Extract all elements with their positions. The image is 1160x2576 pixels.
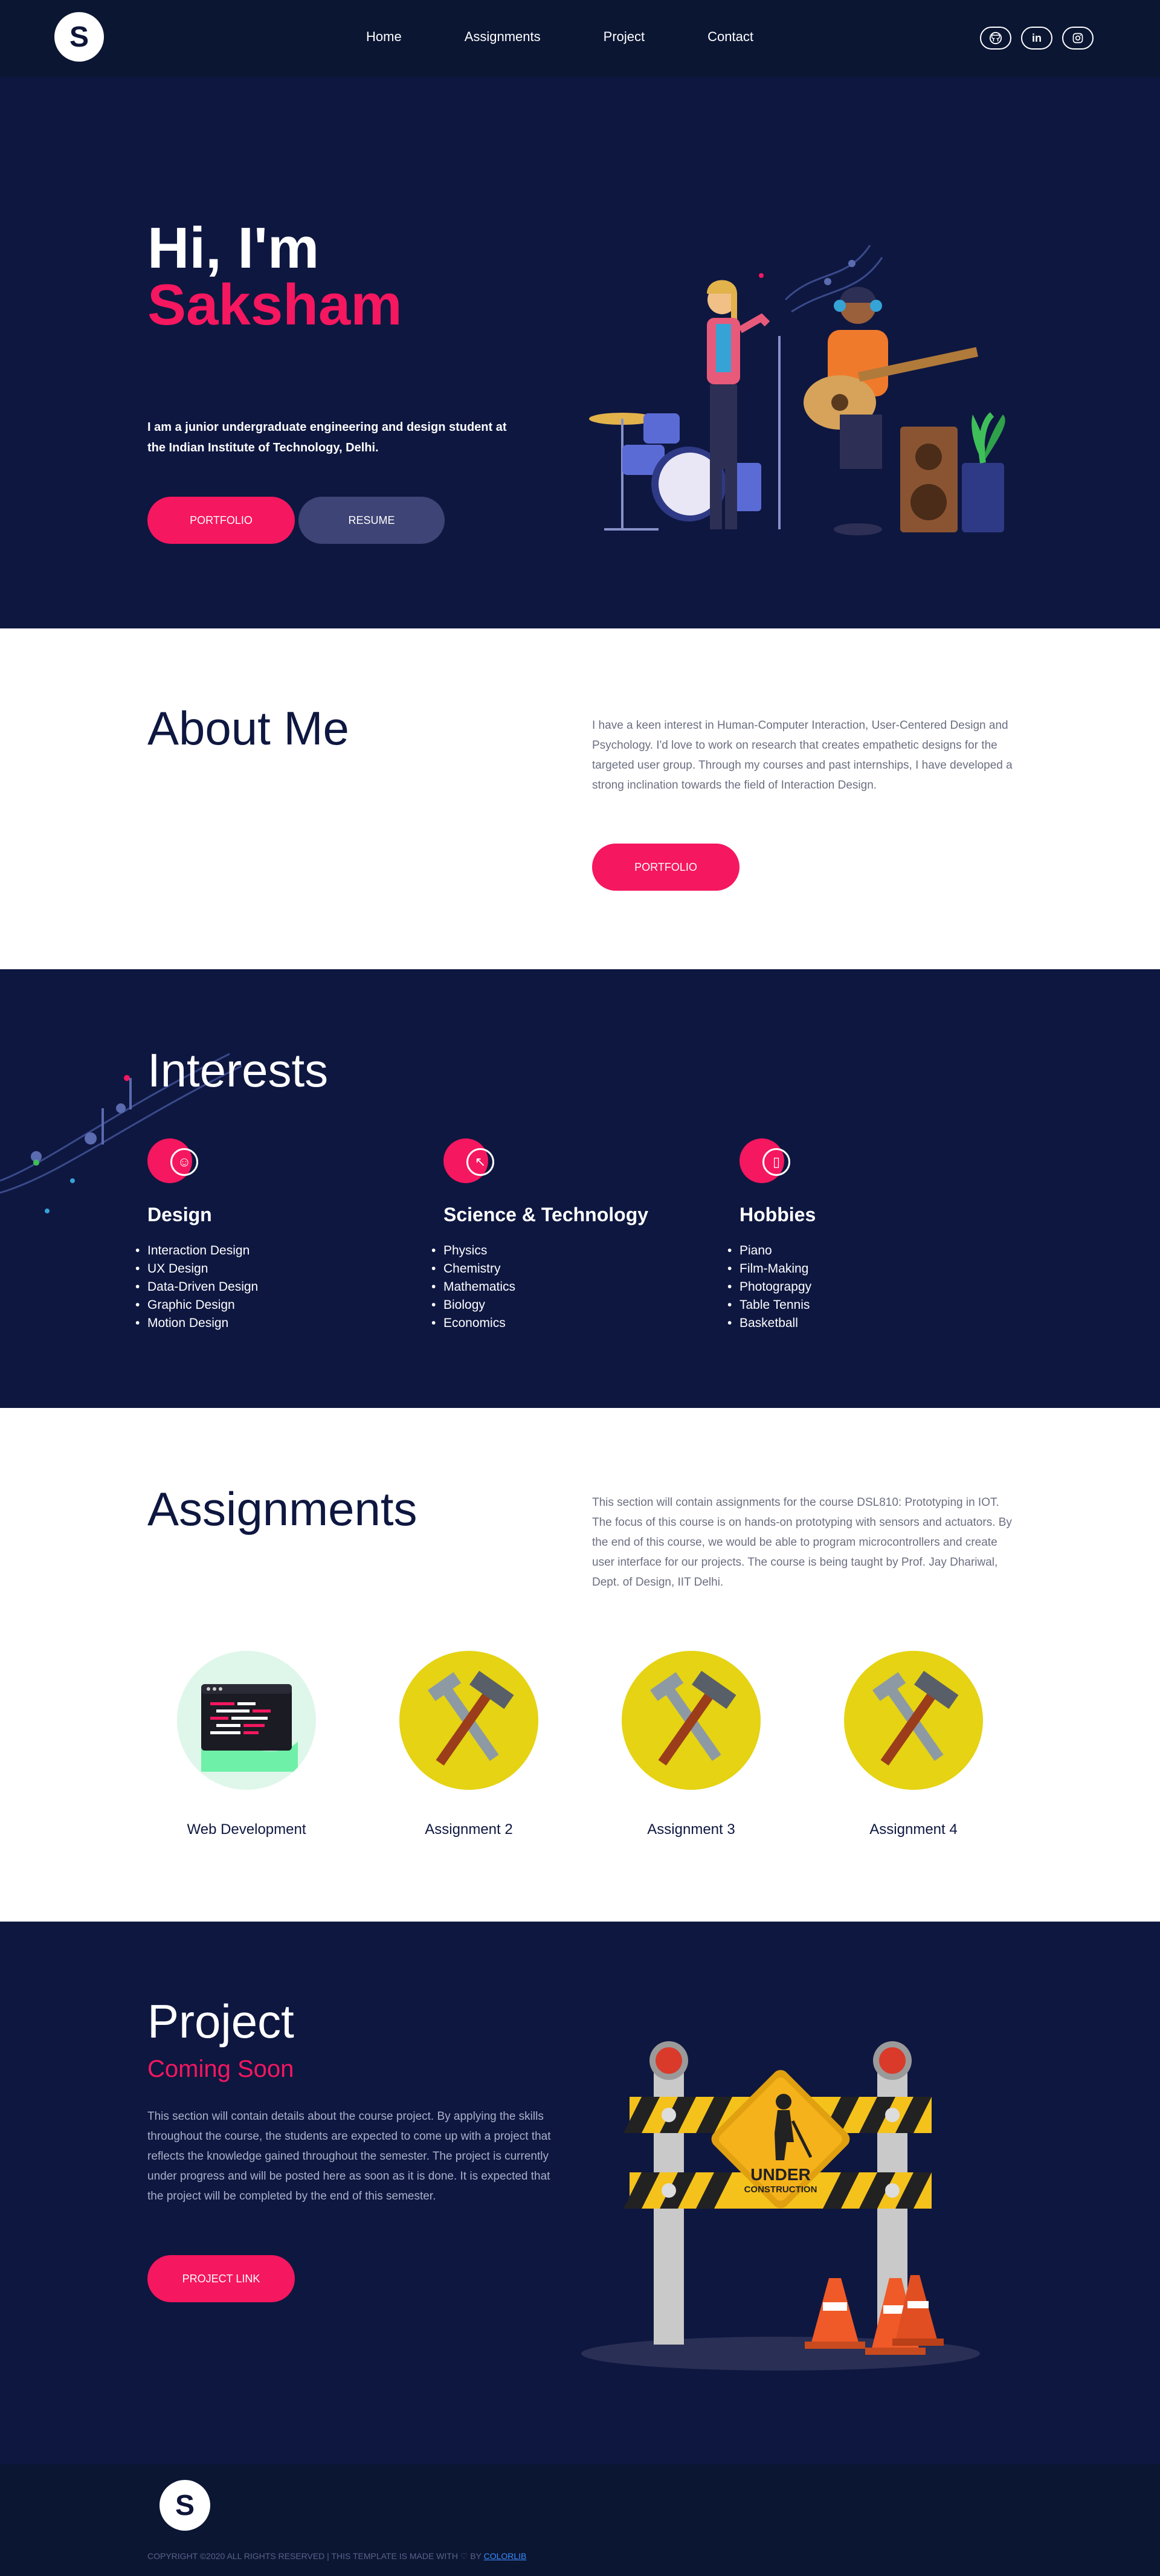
hero-section: Hi, I'm Saksham I am a junior undergradu… [0,77,1160,628]
project-link-button[interactable]: PROJECT LINK [147,2255,295,2302]
interest-title: Hobbies [740,1204,816,1225]
cursor-click-icon: ↖ [443,1138,494,1183]
main-menu: Home Assignments Project Contact [366,29,816,45]
list-item: Interaction Design [135,1242,425,1260]
interest-hobbies: ▯ Hobbies Piano Film-Making Photograpgy … [727,1138,1017,1332]
footer-logo[interactable]: S [160,2480,210,2531]
interest-list: Physics Chemistry Mathematics Biology Ec… [431,1242,721,1332]
site-footer: S COPYRIGHT ©2020 ALL RIGHTS RESERVED | … [0,2464,1160,2576]
list-item: Film-Making [727,1260,1017,1278]
project-title: Project [147,1995,294,2048]
assignment-card-web[interactable]: Web Development [162,1651,331,1838]
project-subtitle: Coming Soon [147,2056,294,2082]
nav-contact-link[interactable]: Contact [707,29,753,45]
github-icon[interactable] [980,27,1011,50]
assignments-section: Assignments This section will contain as… [0,1408,1160,1922]
colorlib-link[interactable]: COLORLIB [484,2551,527,2561]
about-section: About Me I have a keen interest in Human… [0,628,1160,969]
hero-heading: Hi, I'm Saksham [147,219,402,337]
about-title: About Me [147,702,349,755]
list-item: Piano [727,1242,1017,1260]
resume-button[interactable]: RESUME [298,497,445,544]
nav-assignments-link[interactable]: Assignments [465,29,541,45]
site-logo[interactable]: S [54,12,104,62]
tools-icon [622,1651,761,1790]
sign-text-under: UNDER [750,2165,811,2184]
assignments-text: This section will contain assignments fo… [592,1496,1012,1589]
copyright-text: COPYRIGHT ©2020 ALL RIGHTS RESERVED | TH… [147,2551,526,2561]
project-section: Project Coming Soon This section will co… [0,1922,1160,2464]
interests-section: Interests ☺ Design Interaction Design UX… [0,969,1160,1408]
nav-home-link[interactable]: Home [366,29,402,45]
list-item: Graphic Design [135,1296,425,1314]
linkedin-icon[interactable]: in [1021,27,1052,50]
musicians-illustration [589,245,1005,535]
assignment-card-2[interactable]: Assignment 2 [384,1651,553,1838]
about-text: I have a keen interest in Human-Computer… [592,719,1013,792]
sign-text-construction: CONSTRUCTION [744,2184,817,2195]
list-item: UX Design [135,1260,425,1278]
list-item: Economics [431,1314,721,1332]
assignments-title: Assignments [147,1482,417,1535]
under-construction-illustration: UNDER CONSTRUCTION [581,2041,980,2371]
hero-greeting: Hi, I'm [147,216,320,280]
list-item: Motion Design [135,1314,425,1332]
tools-icon [399,1651,538,1790]
interest-design: ☺ Design Interaction Design UX Design Da… [135,1138,425,1332]
hero-intro: I am a junior undergraduate engineering … [147,421,507,454]
list-item: Table Tennis [727,1296,1017,1314]
assignment-label: Web Development [187,1821,306,1838]
interests-title: Interests [147,1044,329,1097]
list-item: Physics [431,1242,721,1260]
about-portfolio-button[interactable]: PORTFOLIO [592,844,740,891]
interest-title: Science & Technology [443,1204,649,1225]
interest-list: Interaction Design UX Design Data-Driven… [135,1242,425,1332]
top-nav: S Home Assignments Project Contact in [0,0,1160,77]
tools-icon [844,1651,983,1790]
copyright-main: COPYRIGHT ©2020 ALL RIGHTS RESERVED | TH… [147,2551,482,2561]
portfolio-button[interactable]: PORTFOLIO [147,497,295,544]
project-text: This section will contain details about … [147,2110,551,2203]
interest-science: ↖ Science & Technology Physics Chemistry… [431,1138,721,1332]
assignment-label: Assignment 2 [425,1821,513,1838]
nav-project-link[interactable]: Project [604,29,645,45]
list-item: Basketball [727,1314,1017,1332]
social-links: in [980,27,1094,50]
assignment-label: Assignment 4 [869,1821,958,1838]
instagram-icon[interactable] [1062,27,1094,50]
design-icon: ☺ [147,1138,198,1183]
assignment-card-4[interactable]: Assignment 4 [829,1651,998,1838]
list-item: Biology [431,1296,721,1314]
assignment-label: Assignment 3 [647,1821,735,1838]
phone-icon: ▯ [740,1138,790,1183]
hero-name: Saksham [147,273,402,337]
list-item: Chemistry [431,1260,721,1278]
list-item: Photograpgy [727,1278,1017,1296]
code-window-icon [177,1651,316,1790]
interest-list: Piano Film-Making Photograpgy Table Tenn… [727,1242,1017,1332]
list-item: Mathematics [431,1278,721,1296]
list-item: Data-Driven Design [135,1278,425,1296]
interest-title: Design [147,1204,212,1225]
assignment-card-3[interactable]: Assignment 3 [607,1651,776,1838]
